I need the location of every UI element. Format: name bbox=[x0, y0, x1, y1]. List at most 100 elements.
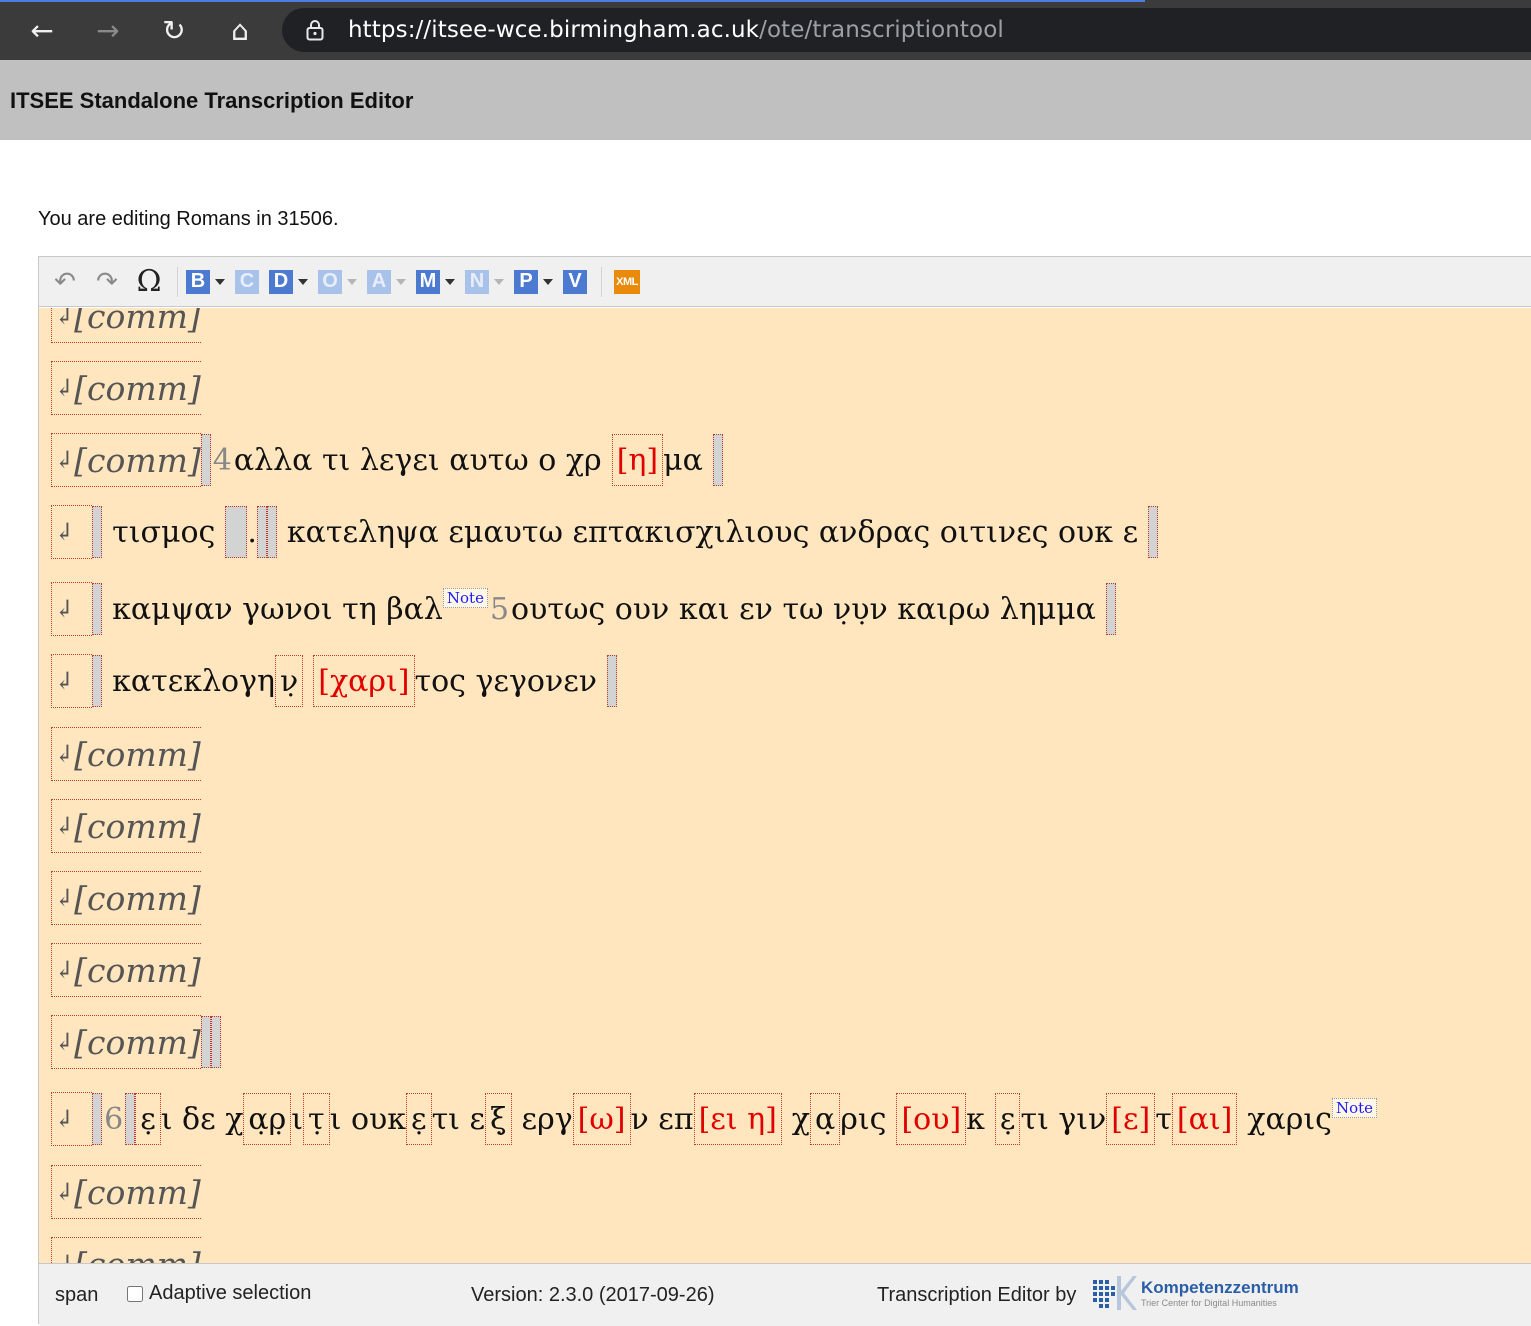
app-header: ITSEE Standalone Transcription Editor bbox=[0, 60, 1531, 140]
reload-icon[interactable]: ↻ bbox=[152, 10, 196, 50]
comm-marker[interactable]: ↲[comm] bbox=[51, 943, 201, 997]
supplied-text[interactable]: [ω] bbox=[572, 1093, 631, 1145]
unclear-text[interactable]: ξ̣ bbox=[485, 1093, 512, 1145]
menu-n-button[interactable]: N bbox=[465, 269, 504, 294]
transcription-line[interactable]: ↲[comm] bbox=[51, 308, 201, 343]
unclear-text[interactable]: ν̣ bbox=[275, 655, 304, 707]
supplied-text[interactable]: [αι] bbox=[1171, 1093, 1238, 1145]
comm-marker[interactable]: ↲[comm] bbox=[51, 308, 201, 343]
comm-marker[interactable]: ↲[comm] bbox=[51, 727, 201, 781]
supplied-text[interactable]: [ου] bbox=[896, 1093, 967, 1145]
word-separator[interactable] bbox=[210, 1016, 221, 1068]
unclear-text[interactable]: α̣ bbox=[809, 1093, 841, 1145]
lock-icon[interactable] bbox=[304, 19, 326, 41]
unclear-text[interactable]: ε̣ bbox=[406, 1093, 432, 1145]
menu-d-button[interactable]: D bbox=[269, 269, 308, 294]
note-marker[interactable]: Note bbox=[442, 588, 488, 608]
transcription-line[interactable]: ↲[comm] bbox=[51, 943, 201, 997]
unclear-text[interactable]: τ̣ bbox=[303, 1093, 330, 1145]
menu-p-button[interactable]: P bbox=[514, 269, 553, 294]
menu-a-button[interactable]: A bbox=[367, 269, 406, 294]
word-separator[interactable] bbox=[606, 655, 617, 707]
transcription-line[interactable]: ↲ κατεκλογη ν̣ [χαρι] τος γεγονεν bbox=[51, 654, 617, 708]
chevron-down-icon bbox=[543, 278, 553, 285]
word-separator[interactable] bbox=[1148, 506, 1159, 558]
word-separator[interactable] bbox=[712, 434, 723, 486]
word-separator[interactable] bbox=[92, 506, 103, 558]
comm-marker[interactable]: ↲[comm] bbox=[51, 871, 201, 925]
unclear-text[interactable]: ε̣ bbox=[135, 1093, 161, 1145]
word-separator[interactable] bbox=[92, 1093, 103, 1145]
supplied-text[interactable]: [ει η] bbox=[693, 1093, 782, 1145]
unclear-text[interactable]: α̣ρ̣ bbox=[243, 1093, 292, 1145]
transcription-text-area[interactable]: ↲ [comm] ↲ [comm] ↲ [comm] 4 αλλα τι λεγει … bbox=[39, 308, 1531, 1263]
xml-icon[interactable]: XML bbox=[614, 269, 640, 294]
text-run: εργ bbox=[521, 1101, 573, 1137]
transcription-line[interactable]: ↲ καμψαν γωνοι τη βαλ Note 5 ουτως ουν κ… bbox=[51, 582, 1116, 636]
supplied-text[interactable]: [ε] bbox=[1106, 1093, 1156, 1145]
text-run: τισμος bbox=[112, 514, 216, 550]
status-bar: span Adaptive selection Version: 2.3.0 (… bbox=[39, 1263, 1531, 1326]
verse-number: 6 bbox=[104, 1101, 124, 1137]
unclear-text[interactable]: ε̣ bbox=[994, 1093, 1021, 1145]
logo-mark-icon bbox=[1091, 1274, 1137, 1312]
word-separator[interactable] bbox=[256, 506, 267, 558]
line-break-marker[interactable]: ↲ bbox=[51, 654, 93, 708]
supplied-text[interactable]: [η] bbox=[611, 434, 664, 486]
word-separator[interactable] bbox=[200, 1016, 211, 1068]
text-run: κ bbox=[966, 1101, 985, 1137]
transcription-line[interactable]: ↲ τισμος . κατεληψα εμαυτω επτακισχιλιου… bbox=[51, 505, 1159, 559]
redo-icon[interactable]: ↷ bbox=[89, 267, 125, 297]
url-text[interactable]: https://itsee-wce.birmingham.ac.uk/ote/t… bbox=[348, 17, 1004, 43]
word-separator[interactable] bbox=[266, 506, 277, 558]
menu-c-button[interactable]: C bbox=[235, 269, 259, 294]
back-icon[interactable]: ← bbox=[20, 10, 64, 50]
transcription-line[interactable]: ↲[comm] bbox=[51, 1165, 201, 1219]
text-run: τ bbox=[1155, 1101, 1172, 1137]
comm-marker[interactable]: ↲[comm] bbox=[51, 433, 201, 487]
transcription-line[interactable]: ↲ [comm] 4 αλλα τι λεγει αυτω ο χρ [η] μα bbox=[51, 433, 723, 487]
kompetenzzentrum-logo[interactable]: Kompetenzzentrum Trier Center for Digita… bbox=[1091, 1274, 1299, 1312]
transcription-line[interactable]: ↲[comm] bbox=[51, 871, 201, 925]
word-separator[interactable] bbox=[200, 434, 211, 486]
undo-icon[interactable]: ↶ bbox=[47, 267, 83, 297]
menu-o-button[interactable]: O bbox=[318, 269, 357, 294]
home-icon[interactable]: ⌂ bbox=[218, 10, 262, 50]
word-separator[interactable] bbox=[225, 506, 248, 558]
transcription-line[interactable]: ↲ 6 ε̣ ι δε χ α̣ρ̣ ι τ̣ ι ουκ ε̣ τι ε ξ̣… bbox=[51, 1092, 1377, 1146]
special-characters-icon[interactable]: Ω bbox=[131, 264, 167, 299]
menu-v-button[interactable]: V bbox=[563, 269, 587, 294]
comm-marker[interactable]: ↲[comm] bbox=[51, 799, 201, 853]
menu-b-button[interactable]: B bbox=[186, 269, 225, 294]
menu-m-button[interactable]: M bbox=[416, 269, 455, 294]
transcription-line[interactable]: ↲[comm] bbox=[51, 727, 201, 781]
comm-marker[interactable]: ↲[comm] bbox=[51, 361, 201, 415]
supplied-text[interactable]: [χαρι] bbox=[313, 655, 415, 707]
transcription-line[interactable]: ↲[comm] bbox=[51, 1015, 221, 1069]
word-separator[interactable] bbox=[125, 1093, 136, 1145]
comm-marker[interactable]: ↲[comm] bbox=[51, 1015, 201, 1069]
transcription-editor: ↶ ↷ Ω B C D O A M N P V XML ↲ [comm] ↲ [co… bbox=[38, 256, 1531, 1326]
note-marker[interactable]: Note bbox=[1331, 1098, 1377, 1118]
text-run: χ bbox=[791, 1101, 810, 1137]
line-break-marker[interactable]: ↲ bbox=[51, 505, 93, 559]
word-separator[interactable] bbox=[92, 655, 103, 707]
logo-subtitle: Trier Center for Digital Humanities bbox=[1141, 1297, 1277, 1308]
toolbar-separator bbox=[601, 266, 602, 297]
transcription-line[interactable]: ↲[comm] bbox=[51, 361, 201, 415]
word-separator[interactable] bbox=[92, 583, 103, 635]
transcription-line[interactable]: ↲[comm] bbox=[51, 1237, 201, 1263]
text-run: χαρις bbox=[1247, 1101, 1332, 1137]
adaptive-selection-toggle[interactable]: Adaptive selection bbox=[127, 1282, 311, 1305]
address-bar[interactable]: https://itsee-wce.birmingham.ac.uk/ote/t… bbox=[282, 8, 1531, 52]
adaptive-selection-checkbox[interactable] bbox=[127, 1285, 143, 1302]
transcription-line[interactable]: ↲[comm] bbox=[51, 799, 201, 853]
browser-toolbar: ← → ↻ ⌂ https://itsee-wce.birmingham.ac.… bbox=[0, 0, 1531, 60]
word-separator[interactable] bbox=[1105, 583, 1116, 635]
text-run: ι bbox=[291, 1101, 304, 1137]
comm-marker[interactable]: ↲[comm] bbox=[51, 1165, 201, 1219]
line-break-marker[interactable]: ↲ bbox=[51, 1092, 93, 1146]
forward-icon[interactable]: → bbox=[86, 10, 130, 50]
comm-marker[interactable]: ↲[comm] bbox=[51, 1237, 201, 1263]
line-break-marker[interactable]: ↲ bbox=[51, 582, 93, 636]
